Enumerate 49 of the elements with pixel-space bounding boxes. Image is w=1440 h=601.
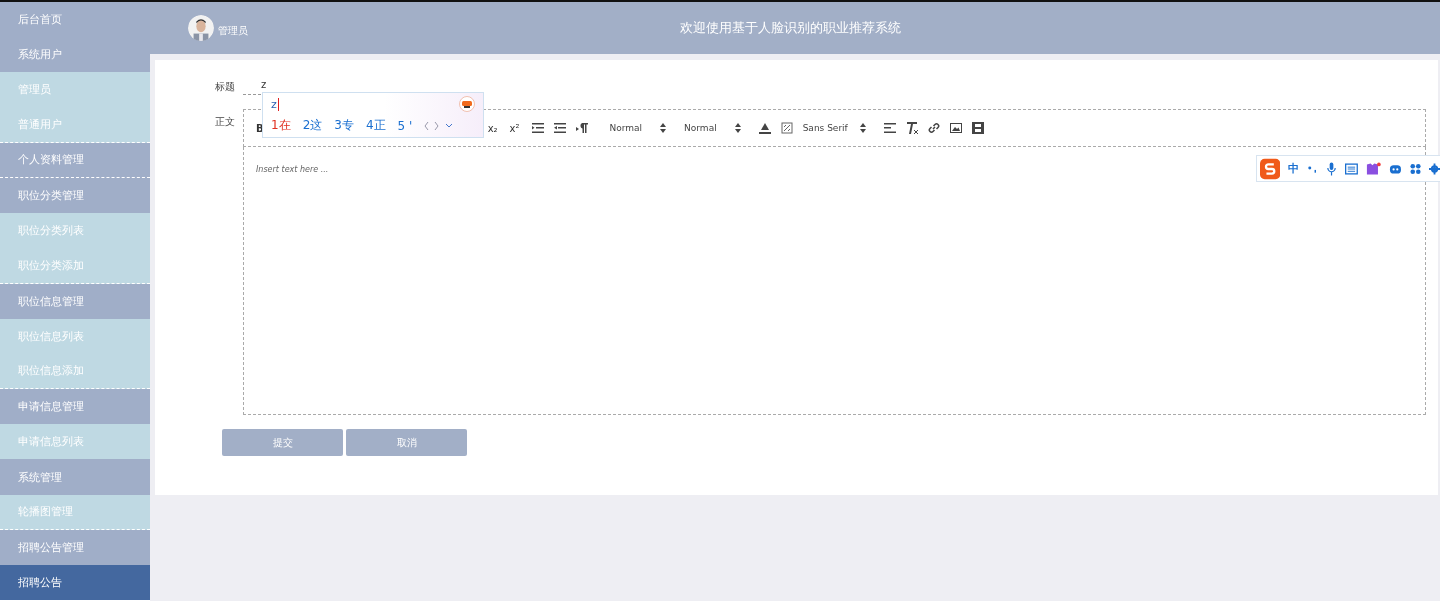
field-label: 标题 [215,80,236,94]
microphone-icon[interactable] [1326,161,1338,176]
outdent-icon[interactable] [531,123,544,133]
sidebar-item[interactable]: 招聘公告管理 [0,529,150,565]
editor-placeholder: Insert text here ... [256,165,329,174]
clear-format-icon[interactable] [905,122,918,134]
text-color-icon[interactable] [758,122,771,134]
sidebar-item[interactable]: 系统管理 [0,459,150,495]
ime-skin-icon[interactable] [459,96,475,112]
field-label: 正文 [215,115,236,129]
ime-candidate[interactable]: 4正 [365,117,386,134]
sidebar-item[interactable]: 系统用户 [0,37,150,73]
sidebar-item[interactable]: 普通用户 [0,107,150,143]
subscript-button[interactable]: x₂ [487,122,498,134]
video-icon[interactable] [971,122,984,134]
ime-candidate[interactable]: 3专 [334,117,354,134]
form-button[interactable]: 提交 [222,429,343,456]
sidebar-item[interactable]: 后台首页 [0,2,150,38]
sidebar-item[interactable]: 申请信息管理 [0,389,150,425]
link-icon[interactable] [927,122,940,134]
keyboard-icon[interactable] [1345,162,1359,175]
text-direction-icon[interactable] [575,123,588,133]
sidebar-item[interactable]: 个人资料管理 [0,142,150,178]
ime-mode-toggle[interactable]: 中 [1288,161,1300,176]
highlight-icon[interactable] [780,122,793,134]
ime-logo-icon[interactable] [1260,157,1281,180]
superscript-button[interactable]: x² [509,122,520,134]
user-name[interactable]: 管理员 [218,24,248,38]
sidebar-item[interactable]: 职位分类管理 [0,177,150,214]
indent-icon[interactable] [553,123,566,133]
heading-select[interactable]: Normal [609,123,667,133]
dropdown-arrows-icon [660,123,667,133]
page-title: 欢迎使用基于人脸识别的职业推荐系统 [680,19,901,37]
dropdown-arrows-icon [734,123,741,133]
dropdown-arrows-icon [859,123,866,133]
ime-candidate[interactable]: 1在 [271,117,291,134]
sidebar-item[interactable]: 职位信息管理 [0,283,150,319]
ime-input-text: z [271,97,279,111]
ime-candidate[interactable]: 2这 [302,117,323,134]
robot-icon[interactable] [1389,162,1402,175]
apps-icon[interactable] [1409,162,1421,175]
ime-candidate[interactable]: 5 ' [397,118,413,133]
font-select[interactable]: Sans Serif [802,123,866,133]
form-button[interactable]: 取消 [346,429,467,456]
size-select[interactable]: Normal [684,123,741,133]
align-icon[interactable] [883,123,896,133]
shirt-icon[interactable] [1366,161,1381,176]
sidebar-item[interactable]: 招聘公告 [0,565,150,601]
image-icon[interactable] [949,123,962,133]
